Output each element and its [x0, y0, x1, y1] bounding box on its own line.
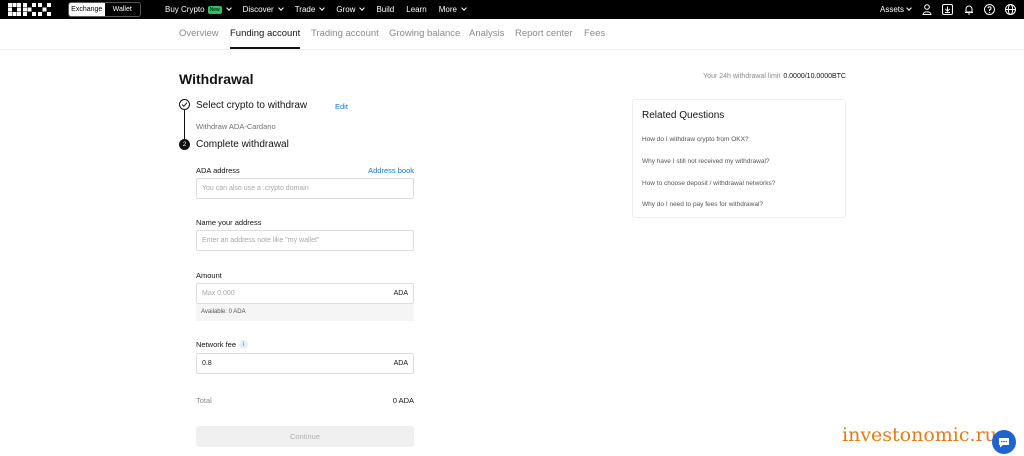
- nav-buy-crypto-label: Buy Crypto: [165, 5, 205, 14]
- user-icon[interactable]: [921, 4, 932, 15]
- exchange-toggle-option[interactable]: Exchange: [69, 3, 105, 16]
- info-icon[interactable]: i: [239, 340, 249, 349]
- tab-fees[interactable]: Fees: [584, 28, 605, 39]
- nav-grow[interactable]: Grow: [336, 5, 366, 14]
- network-fee-field: 0.8 ADA: [196, 353, 414, 374]
- nav-build[interactable]: Build: [376, 5, 394, 14]
- related-question-link[interactable]: How do I withdraw crypto from OKX?: [642, 136, 749, 143]
- withdrawal-limit-value: 0.0000/10.0000BTC: [783, 73, 846, 80]
- tab-report-center[interactable]: Report center: [515, 28, 573, 39]
- address-input[interactable]: You can also use a .crypto domain: [196, 178, 414, 199]
- chat-support-icon[interactable]: [992, 430, 1016, 454]
- related-question-link[interactable]: Why do I need to pay fees for withdrawal…: [642, 201, 763, 208]
- withdrawal-limit: Your 24h withdrawal limit 0.0000/10.0000B…: [703, 73, 846, 80]
- step-select-crypto: Select crypto to withdraw: [196, 100, 308, 111]
- chevron-down-icon: [359, 5, 366, 11]
- step-connector: [184, 110, 185, 139]
- tab-trading-account[interactable]: Trading account: [311, 28, 379, 39]
- bell-icon[interactable]: [963, 4, 974, 15]
- tab-analysis[interactable]: Analysis: [469, 28, 504, 39]
- account-tabs: Overview Funding account Trading account…: [0, 22, 1024, 50]
- network-fee-value: 0.8: [202, 360, 212, 367]
- name-address-label: Name your address: [196, 218, 262, 227]
- topbar-right-group: Assets: [880, 0, 1016, 19]
- related-questions-panel: Related Questions How do I withdraw cryp…: [632, 99, 846, 218]
- amount-label: Amount: [196, 271, 222, 280]
- related-question-link[interactable]: How to choose deposit / withdrawal netwo…: [642, 180, 775, 187]
- help-icon[interactable]: [984, 4, 995, 15]
- edit-link[interactable]: Edit: [335, 102, 348, 111]
- page-title: Withdrawal: [179, 71, 254, 87]
- nav-grow-label: Grow: [336, 5, 356, 14]
- step-number-badge: 2: [179, 139, 190, 150]
- amount-unit: ADA: [393, 290, 408, 297]
- total-label: Total: [196, 396, 212, 405]
- nav-learn-label: Learn: [406, 5, 427, 14]
- nav-discover-label: Discover: [242, 5, 274, 14]
- network-fee-label-row: Network fee i: [196, 340, 249, 349]
- chevron-down-icon: [277, 5, 284, 11]
- tab-growing-balance[interactable]: Growing balance: [389, 28, 460, 39]
- tab-overview[interactable]: Overview: [179, 28, 219, 39]
- check-icon: [179, 99, 190, 110]
- address-label: ADA address: [196, 166, 240, 175]
- network-fee-label: Network fee: [196, 340, 237, 349]
- nav-more-label: More: [438, 5, 457, 14]
- address-note-input[interactable]: Enter an address note like "my wallet": [196, 230, 414, 251]
- nav-trade-label: Trade: [294, 5, 316, 14]
- top-navigation-bar: Exchange Wallet Buy Crypto New Discover T…: [0, 0, 1024, 19]
- network-fee-unit: ADA: [393, 360, 408, 367]
- nav-learn[interactable]: Learn: [406, 5, 426, 14]
- watermark-text: investonomic.ru: [842, 424, 997, 446]
- globe-icon[interactable]: [1005, 4, 1016, 15]
- chevron-down-icon: [319, 5, 326, 11]
- assets-menu[interactable]: Assets: [879, 5, 912, 14]
- related-question-link[interactable]: Why have I still not received my withdra…: [642, 158, 770, 165]
- chevron-down-icon: [225, 5, 232, 11]
- nav-build-label: Build: [376, 5, 395, 14]
- download-icon[interactable]: [942, 4, 953, 15]
- nav-buy-crypto[interactable]: Buy Crypto New: [165, 5, 232, 14]
- selected-crypto-text: Withdraw ADA-Cardano: [196, 122, 276, 131]
- nav-trade[interactable]: Trade: [294, 5, 326, 14]
- step-complete-withdrawal: Complete withdrawal: [196, 139, 289, 150]
- exchange-wallet-toggle[interactable]: Exchange Wallet: [68, 2, 141, 17]
- total-value: 0 ADA: [392, 396, 414, 405]
- chevron-down-icon: [906, 5, 912, 11]
- available-balance: Available: 0 ADA: [196, 304, 414, 321]
- amount-input[interactable]: Max 0.000 ADA: [196, 283, 414, 304]
- nav-discover[interactable]: Discover: [242, 5, 284, 14]
- assets-label: Assets: [879, 5, 904, 14]
- wallet-toggle-option[interactable]: Wallet: [105, 3, 141, 16]
- tab-funding-account[interactable]: Funding account: [230, 28, 301, 49]
- new-badge: New: [207, 5, 222, 14]
- withdrawal-limit-label: Your 24h withdrawal limit: [703, 73, 781, 80]
- related-questions-title: Related Questions: [642, 110, 725, 121]
- chevron-down-icon: [461, 5, 467, 11]
- okx-logo[interactable]: [8, 3, 52, 16]
- nav-more[interactable]: More: [438, 5, 467, 14]
- amount-placeholder: Max 0.000: [202, 290, 235, 297]
- address-book-link[interactable]: Address book: [368, 166, 414, 175]
- continue-button[interactable]: Continue: [196, 426, 414, 447]
- main-nav: Buy Crypto New Discover Trade Grow Build …: [165, 0, 467, 19]
